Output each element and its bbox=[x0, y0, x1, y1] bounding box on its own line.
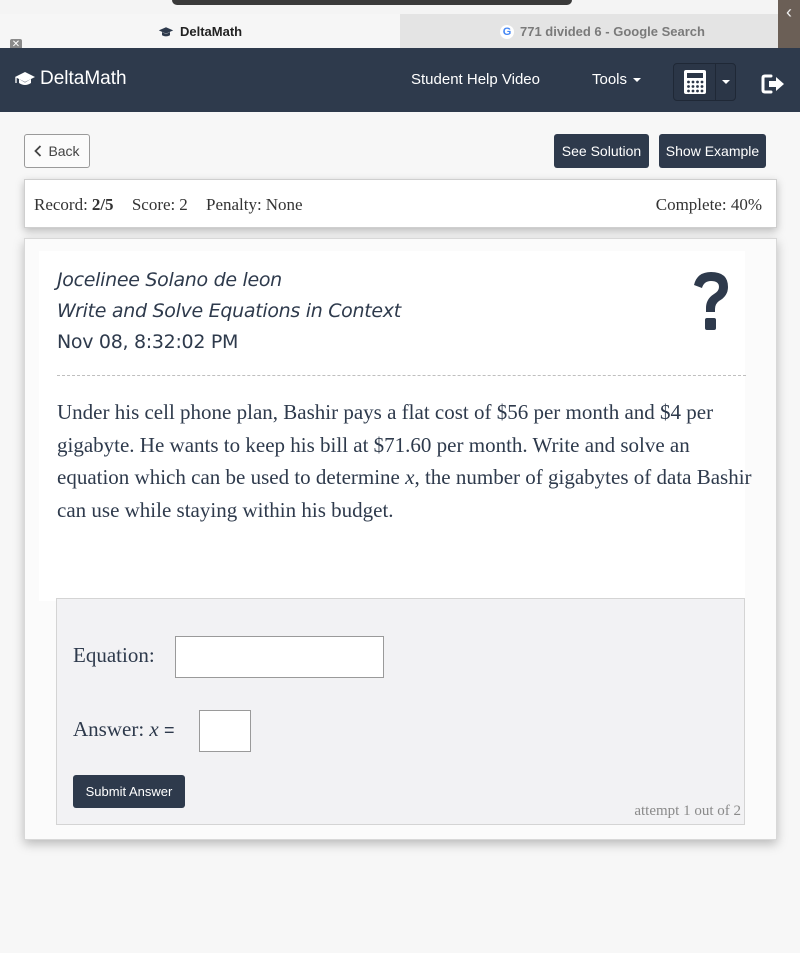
see-solution-button[interactable]: See Solution bbox=[554, 134, 649, 168]
browser-tab-strip: ✕ DeltaMath G 771 divided 6 - Google Sea… bbox=[0, 0, 800, 58]
timestamp: Nov 08, 8:32:02 PM bbox=[57, 331, 239, 353]
record-label: Record: bbox=[34, 195, 88, 214]
tab-title-container: DeltaMath bbox=[158, 24, 242, 39]
calculator-dropdown-toggle[interactable] bbox=[716, 64, 735, 100]
problem-meta: Jocelinee Solano de leon Write and Solve… bbox=[57, 265, 401, 358]
answer-area: Equation: Answer: x = Submit Answer atte… bbox=[56, 598, 745, 825]
brand-name: DeltaMath bbox=[40, 68, 127, 89]
browser-tab-deltamath[interactable]: ✕ DeltaMath bbox=[0, 14, 400, 51]
submit-answer-button[interactable]: Submit Answer bbox=[73, 775, 185, 808]
caret-down-icon bbox=[633, 78, 642, 83]
penalty-stat: Penalty: None bbox=[206, 195, 303, 214]
complete-value: 40% bbox=[730, 195, 762, 214]
calculator-icon bbox=[683, 70, 706, 94]
question-mark-help-icon[interactable] bbox=[689, 269, 733, 335]
tab-title: DeltaMath bbox=[180, 24, 243, 39]
show-example-button[interactable]: Show Example bbox=[659, 134, 766, 168]
back-button[interactable]: Back bbox=[24, 134, 90, 168]
attempt-counter: attempt 1 out of 2 bbox=[634, 803, 741, 819]
graduation-cap-icon bbox=[158, 26, 174, 36]
score-stat: Score: 2 bbox=[132, 195, 188, 214]
completion-stat: Complete: 40% bbox=[656, 195, 762, 215]
score-label: Score: bbox=[131, 195, 176, 214]
equation-label: Equation: bbox=[73, 643, 155, 667]
graduation-cap-icon bbox=[15, 72, 35, 85]
chevron-left-icon bbox=[34, 145, 42, 157]
score-value: 2 bbox=[179, 195, 188, 214]
tools-label: Tools bbox=[592, 71, 628, 88]
problem-statement: Under his cell phone plan, Bashir pays a… bbox=[57, 396, 757, 526]
answer-x-input[interactable] bbox=[199, 710, 251, 752]
calculator-button-group bbox=[673, 63, 736, 101]
caret-down-icon bbox=[721, 80, 730, 84]
record-bar: Record: 2/5 Score: 2 Penalty: None Complete… bbox=[24, 179, 777, 228]
answer-label-group: Answer: x = bbox=[73, 717, 175, 742]
calculator-button[interactable] bbox=[674, 64, 716, 100]
tools-dropdown[interactable]: Tools bbox=[592, 71, 642, 88]
answer-variable: x bbox=[149, 717, 159, 741]
student-name: Jocelinee Solano de leon bbox=[57, 269, 282, 291]
back-label: Back bbox=[48, 143, 80, 159]
penalty-label: Penalty: bbox=[206, 195, 262, 214]
equation-input[interactable] bbox=[175, 636, 384, 678]
answer-label: Answer: bbox=[73, 717, 145, 741]
tab-title: 771 divided 6 - Google Search bbox=[520, 24, 705, 39]
record-stat: Record: 2/5 bbox=[34, 195, 114, 214]
browser-top-bar bbox=[172, 0, 572, 5]
tab-title-container: G 771 divided 6 - Google Search bbox=[500, 24, 705, 39]
browser-tab-google[interactable]: G 771 divided 6 - Google Search bbox=[400, 14, 778, 48]
problem-card: Jocelinee Solano de leon Write and Solve… bbox=[24, 238, 777, 840]
assignment-title: Write and Solve Equations in Context bbox=[57, 300, 401, 322]
brand-logo[interactable]: DeltaMath bbox=[14, 68, 127, 90]
record-stats: Record: 2/5 Score: 2 Penalty: None bbox=[34, 195, 317, 215]
student-help-video-link[interactable]: Student Help Video bbox=[411, 71, 540, 88]
penalty-value: None bbox=[265, 195, 303, 214]
record-value: 2/5 bbox=[91, 195, 114, 214]
logout-icon[interactable] bbox=[760, 73, 786, 95]
google-icon: G bbox=[500, 24, 514, 39]
complete-label: Complete: bbox=[655, 195, 727, 214]
top-navbar: DeltaMath Student Help Video Tools bbox=[0, 48, 800, 112]
equals-sign: = bbox=[163, 720, 175, 740]
divider bbox=[57, 375, 746, 376]
